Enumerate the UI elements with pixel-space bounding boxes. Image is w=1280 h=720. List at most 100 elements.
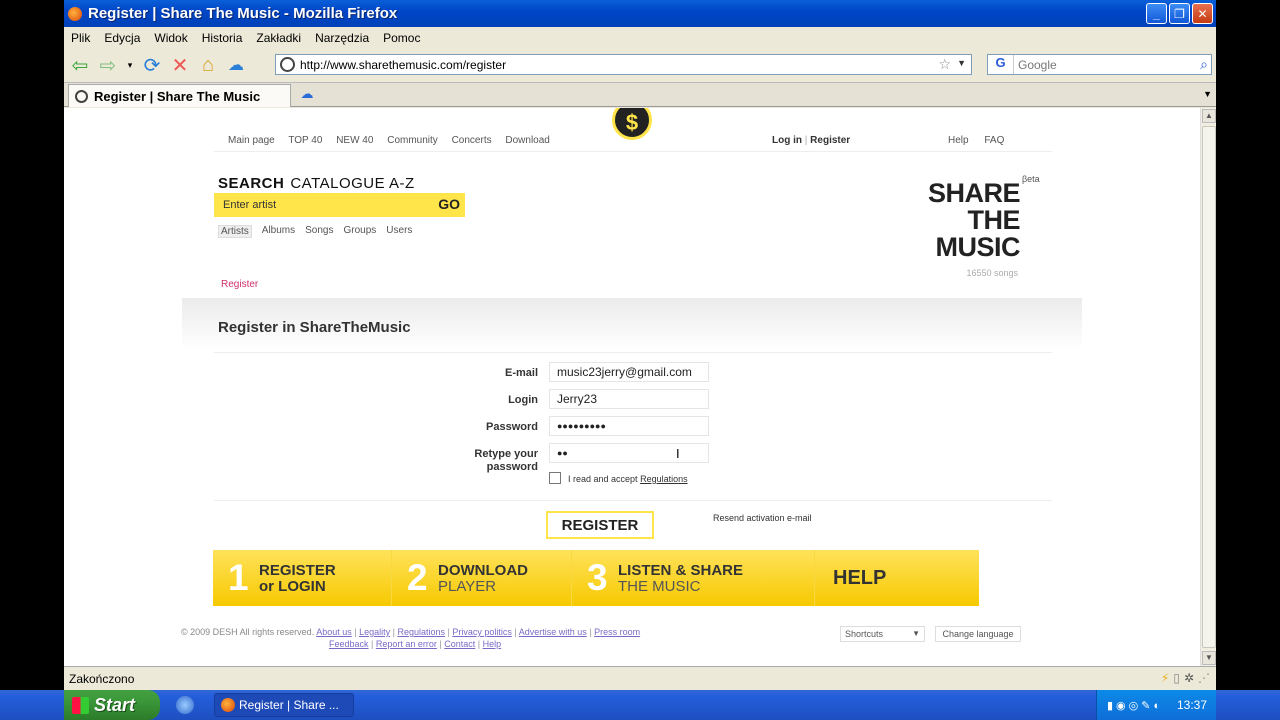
footer-help-link[interactable]: Help	[483, 639, 502, 649]
scroll-down-icon[interactable]: ▼	[1202, 651, 1216, 665]
footer-about-link[interactable]: About us	[316, 627, 352, 637]
stop-icon[interactable]: ✕	[168, 53, 192, 77]
footer-report-link[interactable]: Report an error	[376, 639, 437, 649]
nav-concerts[interactable]: Concerts	[452, 135, 492, 146]
clock[interactable]: 13:37	[1177, 698, 1207, 712]
step-register[interactable]: 1 REGISTER or LOGIN	[213, 550, 392, 606]
start-button[interactable]: Start	[64, 690, 160, 720]
footer-contact-link[interactable]: Contact	[444, 639, 475, 649]
footer-separator: |	[475, 639, 483, 649]
logo-line-the: THE	[967, 205, 1021, 235]
retype-password-field[interactable]: ●●	[549, 443, 709, 463]
maximize-button[interactable]: ❐	[1169, 3, 1190, 24]
footer-feedback-link[interactable]: Feedback	[329, 639, 369, 649]
resize-grip-icon[interactable]: ⋰	[1198, 671, 1210, 685]
footer-separator: |	[368, 639, 376, 649]
google-engine-icon[interactable]: G	[988, 55, 1014, 74]
site-logo[interactable]: SHARE THE MUSIC	[910, 180, 1021, 262]
nav-community[interactable]: Community	[387, 135, 438, 146]
reload-icon[interactable]: ⟳	[140, 53, 164, 77]
email-field[interactable]: music23jerry@gmail.com	[549, 362, 709, 382]
search-input-placeholder: Enter artist	[223, 199, 277, 211]
register-button[interactable]: REGISTER	[546, 511, 654, 539]
step-number: 1	[228, 557, 249, 598]
url-dropdown-icon[interactable]: ▼	[957, 58, 966, 68]
resend-activation-link[interactable]: Resend activation e-mail	[713, 513, 812, 523]
menu-help[interactable]: Pomoc	[383, 31, 420, 45]
taskbar: Start Register | Share ... ▮◉◎✎◐ 13:37	[0, 690, 1280, 720]
tab-artists[interactable]: Artists	[218, 225, 252, 238]
step-line2: THE MUSIC	[618, 578, 701, 595]
menu-bookmarks[interactable]: Zakładki	[256, 31, 301, 45]
url-bar[interactable]: http://www.sharethemusic.com/register ☆ …	[275, 54, 972, 75]
taskbar-firefox-button[interactable]: Register | Share ...	[214, 693, 354, 717]
scroll-up-icon[interactable]: ▲	[1202, 109, 1216, 123]
back-arrow-icon[interactable]: ⇦	[68, 53, 92, 77]
register-link[interactable]: Register	[810, 135, 850, 146]
tray-icons[interactable]: ▮◉◎✎◐	[1107, 699, 1163, 712]
accept-regulations-checkbox[interactable]	[549, 472, 561, 484]
footer-press-link[interactable]: Press room	[594, 627, 640, 637]
regulations-link[interactable]: Regulations	[640, 474, 688, 484]
tab-users[interactable]: Users	[386, 225, 412, 238]
menu-tools[interactable]: Narzędzia	[315, 31, 369, 45]
quick-launch-icon[interactable]	[176, 696, 194, 714]
search-label[interactable]: SEARCH	[218, 175, 284, 192]
history-dropdown-icon[interactable]: ▾	[124, 53, 136, 77]
footer-legality-link[interactable]: Legality	[359, 627, 390, 637]
shortcuts-select[interactable]: Shortcuts ▼	[840, 626, 925, 642]
breadcrumb[interactable]: Register	[221, 279, 258, 290]
nav-download[interactable]: Download	[505, 135, 549, 146]
password-field[interactable]: ●●●●●●●●●	[549, 416, 709, 436]
home-icon[interactable]: ⌂	[196, 53, 220, 77]
step-listen-share[interactable]: 3 LISTEN & SHARE THE MUSIC	[572, 550, 815, 606]
scroll-thumb[interactable]	[1202, 126, 1216, 648]
title-bar[interactable]: Register | Share The Music - Mozilla Fir…	[64, 0, 1216, 27]
nav-main-page[interactable]: Main page	[228, 135, 275, 146]
step-download[interactable]: 2 DOWNLOAD PLAYER	[392, 550, 572, 606]
vertical-scrollbar[interactable]: ▲ ▼	[1200, 108, 1216, 666]
nav-new40[interactable]: NEW 40	[336, 135, 373, 146]
tab-list-icon[interactable]: ▼	[1203, 89, 1212, 99]
accept-text: I read and accept	[568, 474, 638, 484]
search-icon[interactable]: ⌕	[1200, 56, 1208, 73]
search-category-tabs: Artists Albums Songs Groups Users	[218, 225, 412, 238]
logo-line-music: MUSIC	[935, 232, 1021, 262]
footer-advertise-link[interactable]: Advertise with us	[519, 627, 587, 637]
search-bar[interactable]: G Google ⌕	[987, 54, 1212, 75]
footer-privacy-link[interactable]: Privacy politics	[452, 627, 512, 637]
faq-link[interactable]: FAQ	[984, 135, 1004, 146]
page-icon[interactable]: ▯	[1173, 671, 1180, 685]
star-icon[interactable]: ☆	[938, 56, 951, 73]
menu-file[interactable]: Plik	[71, 31, 90, 45]
help-link[interactable]: Help	[948, 135, 969, 146]
window-title: Register | Share The Music - Mozilla Fir…	[88, 5, 398, 22]
lightning-icon[interactable]: ⚡	[1161, 671, 1169, 685]
catalogue-link[interactable]: CATALOGUE A-Z	[290, 175, 414, 192]
change-language-button[interactable]: Change language	[935, 626, 1021, 642]
menu-history[interactable]: Historia	[202, 31, 243, 45]
footer-regulations-link[interactable]: Regulations	[397, 627, 445, 637]
menu-edit[interactable]: Edycja	[104, 31, 140, 45]
step-help[interactable]: HELP	[815, 550, 979, 606]
bookmark-icon[interactable]: ☁	[224, 53, 248, 77]
step-line1: LISTEN & SHARE	[618, 562, 744, 579]
minimize-button[interactable]: _	[1146, 3, 1167, 24]
tab-groups[interactable]: Groups	[344, 225, 377, 238]
new-tab-icon[interactable]: ☁	[296, 86, 318, 104]
close-button[interactable]: ✕	[1192, 3, 1213, 24]
go-button[interactable]: GO	[438, 196, 460, 212]
nav-top40[interactable]: TOP 40	[288, 135, 322, 146]
menu-view[interactable]: Widok	[154, 31, 187, 45]
forward-arrow-icon[interactable]: ⇨	[96, 53, 120, 77]
tab-title: Register | Share The Music	[94, 88, 261, 104]
login-link[interactable]: Log in	[772, 135, 802, 146]
tab-register[interactable]: Register | Share The Music	[68, 84, 291, 107]
tab-songs[interactable]: Songs	[305, 225, 333, 238]
tab-albums[interactable]: Albums	[262, 225, 295, 238]
page-title: Register in ShareTheMusic	[218, 319, 411, 336]
site-identity-icon[interactable]	[280, 57, 295, 72]
artist-search-input[interactable]: Enter artist GO	[214, 193, 465, 217]
login-field[interactable]: Jerry23	[549, 389, 709, 409]
gear-icon[interactable]: ✲	[1184, 671, 1194, 685]
